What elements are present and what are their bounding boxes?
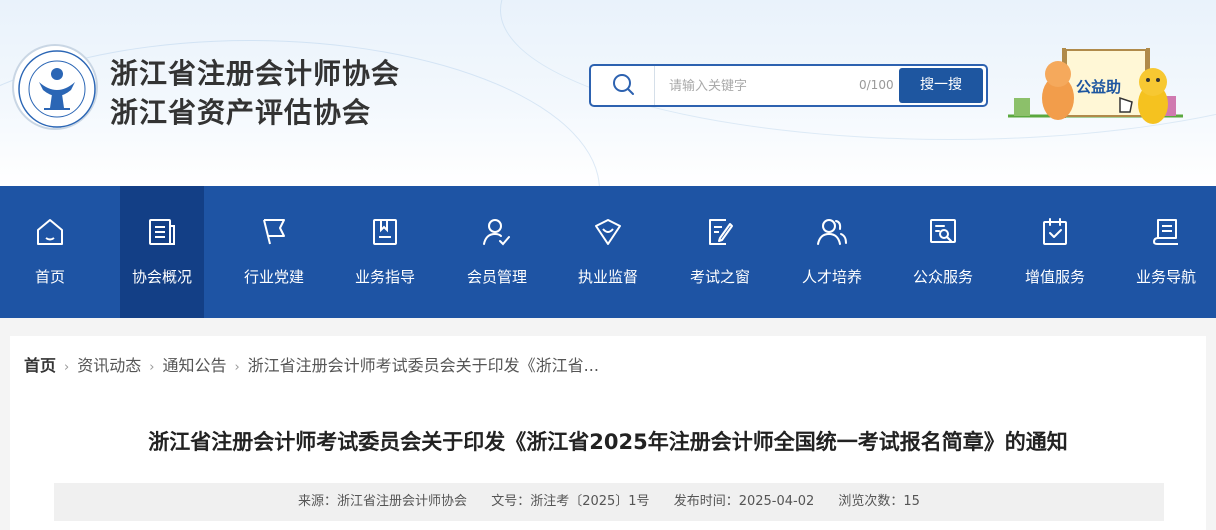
nav-label: 业务导航 xyxy=(1135,268,1196,286)
nav-label: 执业监督 xyxy=(577,268,638,286)
chevron-right-icon: › xyxy=(149,360,155,375)
breadcrumb: 首页 › 资讯动态 › 通知公告 › 浙江省注册会计师考试委员会关于印发《浙江省... xyxy=(24,352,599,376)
nav-item-business-navigation[interactable]: 业务导航 xyxy=(1124,186,1208,318)
org-name-cpa: 浙江省注册会计师协会 xyxy=(110,57,401,90)
nav-item-value-added-service[interactable]: 增值服务 xyxy=(1013,186,1097,318)
breadcrumb-notices[interactable]: 通知公告 xyxy=(162,356,226,375)
breadcrumb-current: 浙江省注册会计师考试委员会关于印发《浙江省... xyxy=(247,356,599,375)
clipboard-check-icon xyxy=(1043,218,1067,245)
edit-document-icon xyxy=(709,219,733,245)
article-publish-time: 发布时间：2025-04-02 xyxy=(673,494,815,509)
org-name-asset-appraisal: 浙江省资产评估协会 xyxy=(110,96,372,129)
nav-label: 首页 xyxy=(34,268,65,286)
search-box: 0/100 搜一搜 xyxy=(589,64,988,107)
user-check-icon xyxy=(483,219,510,246)
article-panel: 首页 › 资讯动态 › 通知公告 › 浙江省注册会计师考试委员会关于印发《浙江省... 浙江… xyxy=(10,336,1206,530)
search-icon[interactable] xyxy=(591,66,655,105)
users-icon xyxy=(817,219,847,245)
breadcrumb-news[interactable]: 资讯动态 xyxy=(77,356,141,375)
breadcrumb-home[interactable]: 首页 xyxy=(24,356,56,375)
nav-label: 协会概况 xyxy=(131,268,192,286)
article-view-count: 浏览次数：15 xyxy=(838,494,920,509)
article-title: 浙江省注册会计师考试委员会关于印发《浙江省2025年注册会计师全国统一考试报名简… xyxy=(148,430,1068,454)
home-icon xyxy=(37,219,63,245)
nav-item-about[interactable]: 协会概况 xyxy=(120,186,204,318)
association-logo[interactable] xyxy=(12,44,98,130)
article-meta: 来源：浙江省注册会计师协会 文号：浙注考〔2025〕1号 发布时间：2025-0… xyxy=(54,483,1164,521)
banner-text: 公益助 xyxy=(1076,78,1122,96)
nav-label: 考试之窗 xyxy=(689,268,750,286)
nav-label: 行业党建 xyxy=(243,268,304,286)
nav-item-member-management[interactable]: 会员管理 xyxy=(455,186,539,318)
nav-item-public-service[interactable]: 公众服务 xyxy=(901,186,985,318)
chevron-right-icon: › xyxy=(234,360,240,375)
nav-item-exam-window[interactable]: 考试之窗 xyxy=(678,186,762,318)
nav-label: 人才培养 xyxy=(801,268,862,286)
nav-item-practice-supervision[interactable]: 执业监督 xyxy=(566,186,650,318)
flag-icon xyxy=(263,219,285,245)
nav-item-party-building[interactable]: 行业党建 xyxy=(232,186,316,318)
article-source: 来源：浙江省注册会计师协会 xyxy=(298,494,468,509)
nav-item-home[interactable]: 首页 xyxy=(8,186,92,318)
site-header: 浙江省注册会计师协会 浙江省资产评估协会 0/100 搜一搜 xyxy=(0,0,1216,186)
search-char-counter: 0/100 xyxy=(859,78,894,92)
main-nav: 首页 协会概况 行业党建 业务指导 会员管理 执业监督 考试之窗 人才培养 公众… xyxy=(0,186,1216,318)
nav-label: 会员管理 xyxy=(466,268,527,286)
nav-label: 公众服务 xyxy=(912,268,973,286)
article-doc-number: 文号：浙注考〔2025〕1号 xyxy=(491,494,650,509)
nav-item-business-guidance[interactable]: 业务指导 xyxy=(343,186,427,318)
notebook-icon xyxy=(1153,219,1178,245)
nav-item-talent-training[interactable]: 人才培养 xyxy=(790,186,874,318)
nav-label: 业务指导 xyxy=(354,268,415,286)
document-icon xyxy=(149,219,175,245)
shield-heart-icon xyxy=(595,219,621,245)
chevron-right-icon: › xyxy=(64,360,70,375)
nav-label: 增值服务 xyxy=(1024,268,1085,286)
search-document-icon xyxy=(930,219,956,243)
search-button[interactable]: 搜一搜 xyxy=(899,68,983,103)
search-input[interactable] xyxy=(669,75,869,97)
bookmark-book-icon xyxy=(373,219,397,245)
public-welfare-banner[interactable]: 公益助 xyxy=(1008,46,1183,130)
